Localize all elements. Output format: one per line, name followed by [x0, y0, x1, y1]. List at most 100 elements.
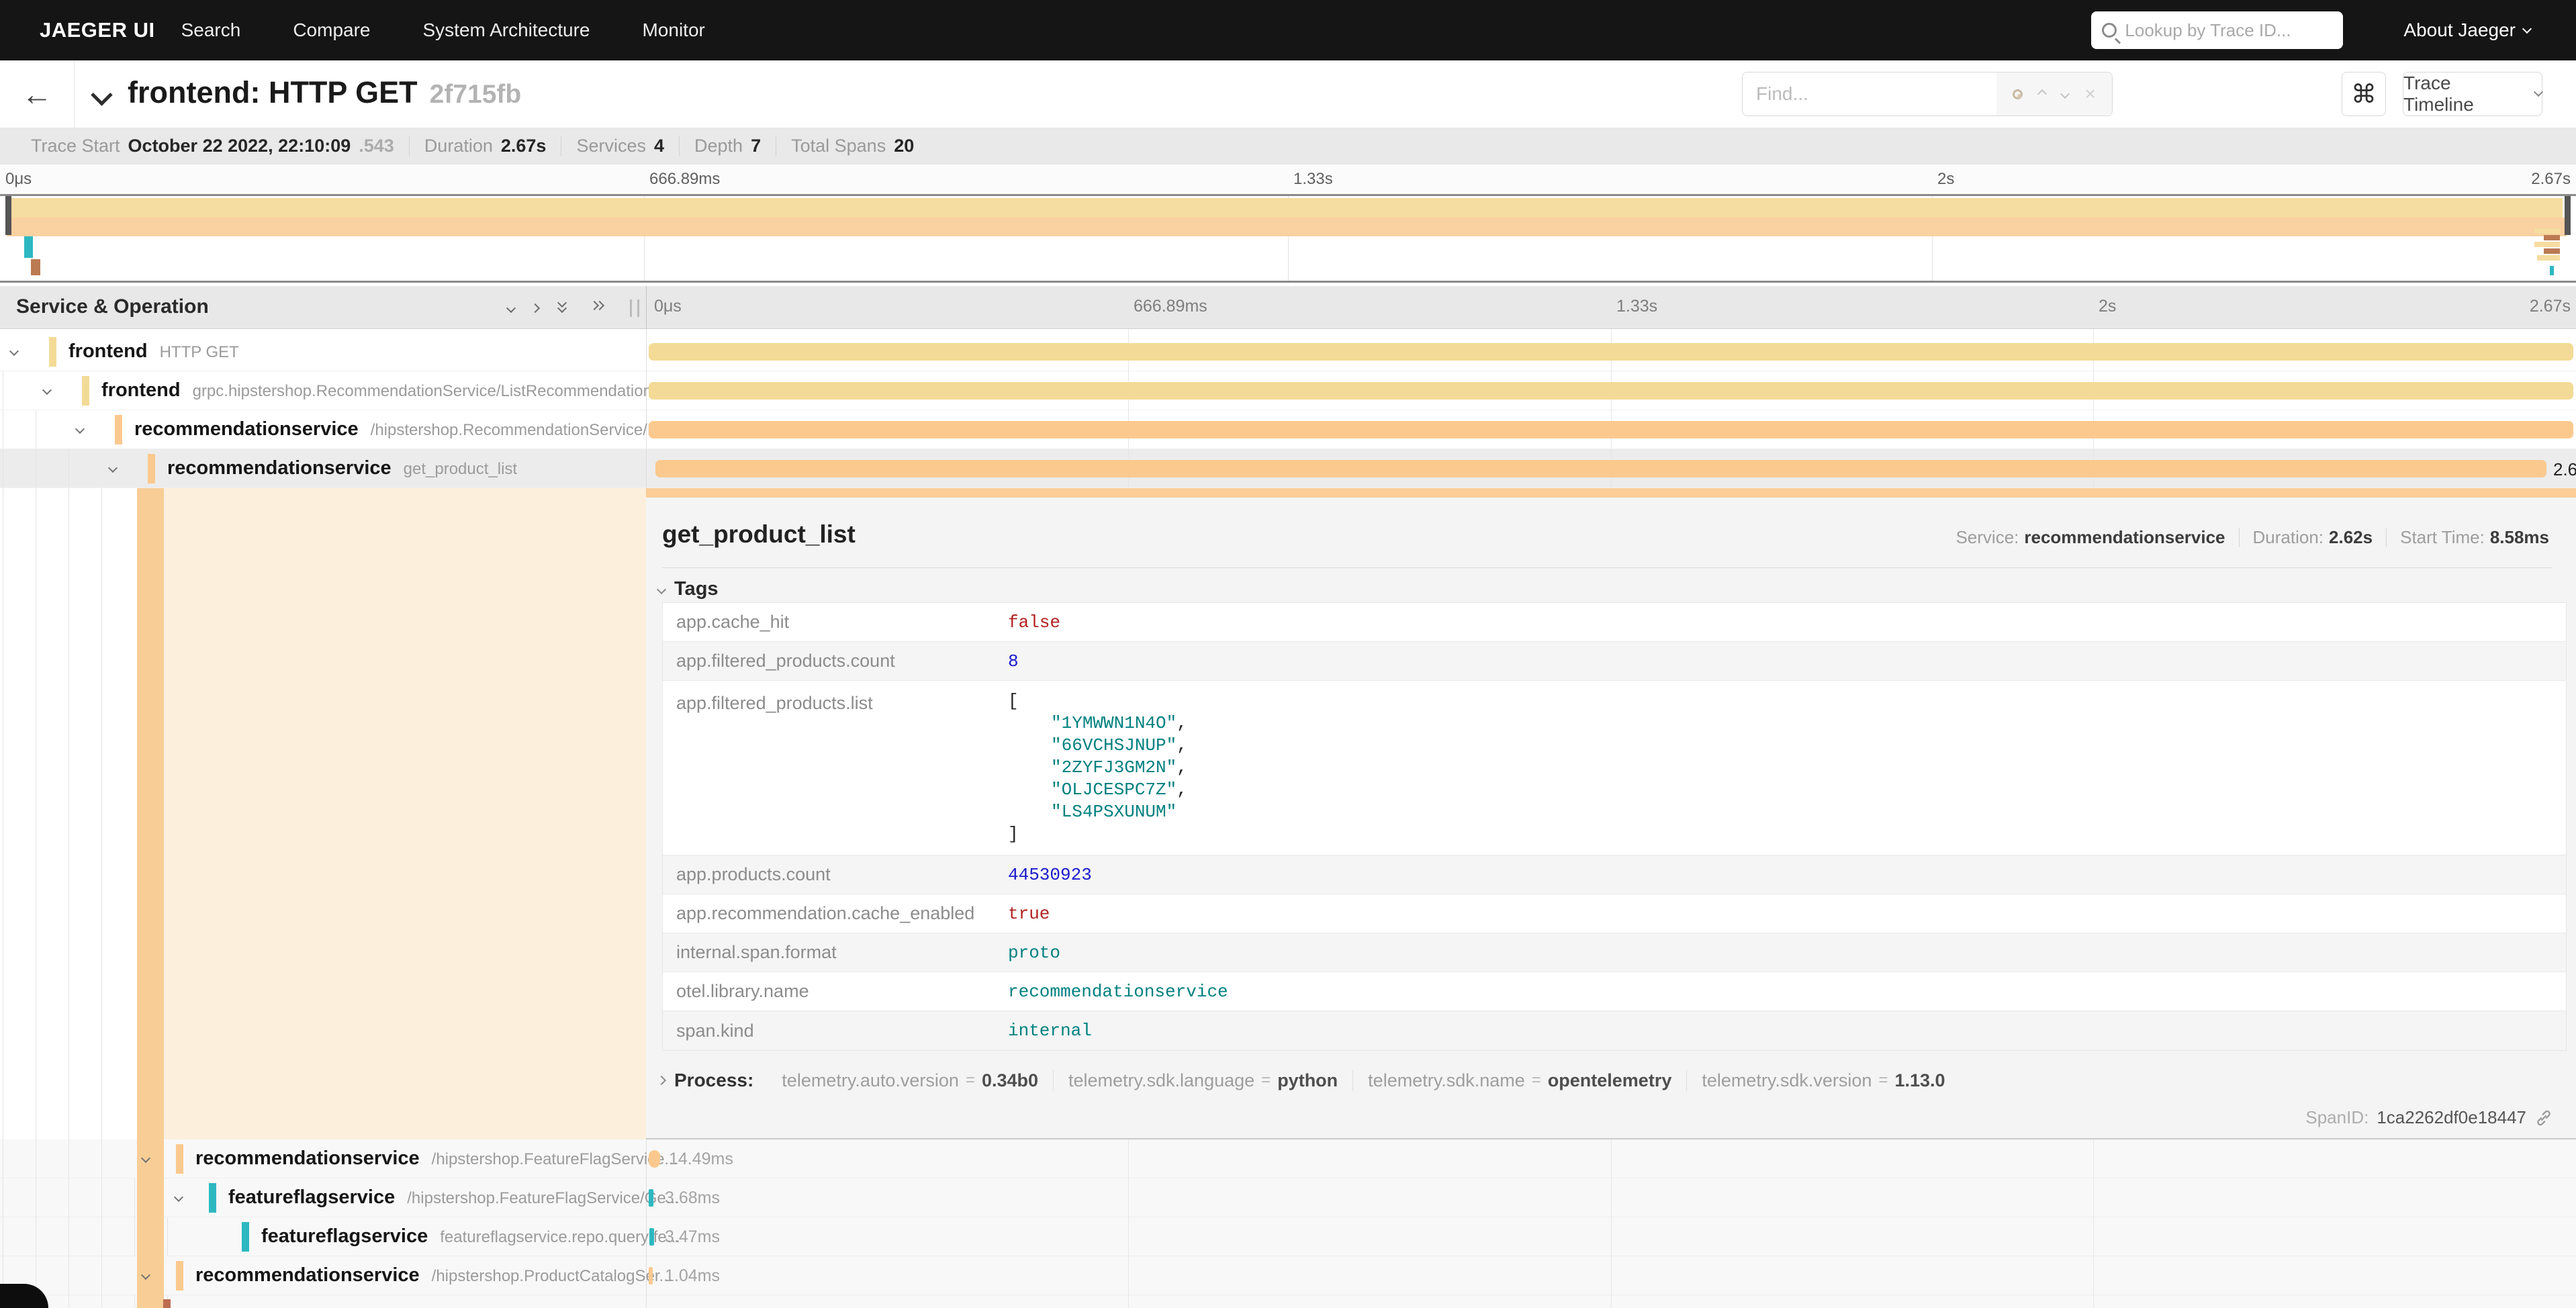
span-bar[interactable] — [649, 1150, 660, 1168]
equals-sign: = — [966, 1071, 975, 1090]
brand-logo[interactable]: JAEGER UI — [40, 18, 155, 42]
find-prev-icon[interactable] — [2037, 89, 2047, 99]
expand-one-icon[interactable] — [531, 303, 540, 313]
minimap-tick: 666.89ms — [649, 170, 720, 189]
selected-span-children-highlight — [164, 488, 646, 1139]
nav-item-search[interactable]: Search — [155, 19, 267, 41]
tag-row-list: app.filtered_products.list [ 1YMWWN1N4O,… — [663, 681, 2566, 855]
minimap-right-handle[interactable] — [2565, 196, 2571, 235]
back-arrow-icon: ← — [21, 76, 52, 112]
nav-item-compare[interactable]: Compare — [267, 19, 396, 41]
minimap-tick: 1.33s — [1293, 170, 1333, 189]
row-collapse-icon[interactable] — [42, 385, 52, 395]
process-section-header[interactable]: Process: telemetry.auto.version = 0.34b0… — [658, 1070, 1960, 1091]
tags-section-header[interactable]: Tags — [658, 578, 719, 600]
span-service: featureflagservice — [261, 1225, 428, 1248]
detail-start-label: Start Time: — [2400, 527, 2485, 548]
row-collapse-icon[interactable] — [9, 346, 19, 356]
span-bar[interactable] — [655, 460, 2546, 477]
trace-id-lookup-input[interactable] — [2125, 20, 2332, 41]
minimap-span-frontend — [7, 198, 2563, 218]
detail-start-value: 8.58ms — [2490, 527, 2549, 548]
span-bar[interactable] — [649, 382, 2573, 400]
detail-divider — [662, 567, 2552, 568]
span-operation: grpc.hipstershop.RecommendationService/L… — [193, 382, 660, 401]
process-key: telemetry.sdk.language — [1068, 1070, 1254, 1091]
span-id-row: SpanID: 1ca2262df0e18447 — [2305, 1107, 2553, 1128]
tag-value: false — [1008, 612, 1060, 633]
process-kv: telemetry.sdk.name = opentelemetry — [1353, 1070, 1687, 1091]
span-row-featureflag-call[interactable]: recommendationservice /hipstershop.Featu… — [0, 1139, 2576, 1178]
trace-timeline-minimap[interactable] — [0, 194, 2576, 283]
span-row-partial[interactable] — [0, 1295, 2576, 1308]
minimap-tick: 0μs — [5, 170, 32, 189]
span-row-frontend-http-get[interactable]: frontend HTTP GET — [0, 332, 2576, 371]
span-bar[interactable] — [649, 1267, 653, 1284]
collapse-all-icon[interactable] — [556, 299, 573, 317]
span-service: recommendationservice — [134, 418, 359, 440]
span-detail-panel: get_product_list Service: recommendation… — [646, 498, 2576, 1139]
span-row-get-product-list-selected[interactable]: recommendationservice get_product_list 2… — [0, 449, 2576, 488]
trace-start-fraction: .543 — [359, 136, 394, 156]
top-navbar: JAEGER UI Search Compare System Architec… — [0, 0, 2576, 60]
span-service: frontend — [101, 379, 181, 402]
collapse-one-icon[interactable] — [506, 303, 516, 313]
span-duration-label: 2.62s — [2553, 459, 2576, 480]
locate-icon[interactable] — [2013, 89, 2023, 99]
about-jaeger-menu[interactable]: About Jaeger — [2403, 19, 2530, 41]
span-service: frontend — [68, 340, 148, 363]
service-color-marker — [148, 454, 155, 483]
find-input[interactable] — [1743, 73, 1996, 115]
span-row-featureflagservice[interactable]: featureflagservice /hipstershop.FeatureF… — [0, 1178, 2576, 1217]
duration-value: 2.67s — [501, 136, 547, 156]
tag-key: otel.library.name — [663, 981, 1008, 1002]
trace-view-selector[interactable]: Trace Timeline — [2403, 72, 2542, 116]
find-next-icon[interactable] — [2060, 89, 2070, 99]
row-collapse-icon[interactable] — [108, 463, 118, 473]
span-row-recommendation-list[interactable]: recommendationservice /hipstershop.Recom… — [0, 410, 2576, 449]
detail-duration-label: Duration: — [2253, 527, 2324, 548]
expand-all-icon[interactable] — [591, 299, 608, 317]
trace-title-text: frontend: HTTP GET — [128, 75, 418, 109]
equals-sign: = — [1878, 1071, 1888, 1090]
span-row-featureflag-repo-query[interactable]: featureflagservice featureflagservice.re… — [0, 1217, 2576, 1256]
span-id-label: SpanID: — [2305, 1107, 2368, 1128]
row-collapse-icon[interactable] — [174, 1193, 183, 1202]
span-row-productcatalog-call[interactable]: recommendationservice /hipstershop.Produ… — [0, 1256, 2576, 1295]
column-resizer[interactable] — [630, 299, 639, 317]
minimap-span-teal — [24, 236, 33, 258]
find-clear-icon[interactable]: × — [2085, 83, 2096, 105]
service-color-marker — [209, 1183, 216, 1213]
minimap-span-right-teal — [2550, 266, 2554, 275]
service-color-marker — [163, 1299, 171, 1308]
span-bar[interactable] — [649, 343, 2573, 361]
chevron-down-icon — [657, 584, 666, 594]
duration-label: Duration — [424, 136, 493, 156]
span-service: recommendationservice — [167, 457, 392, 479]
span-operation: /hipstershop.RecommendationService/Lis..… — [371, 421, 682, 440]
json-string: 66VCHSJNUP — [1062, 735, 1177, 755]
keyboard-shortcuts-button[interactable]: ⌘ — [2342, 72, 2386, 116]
back-button[interactable]: ← — [0, 60, 75, 128]
span-duration-label: 14.49ms — [669, 1150, 733, 1169]
process-value: 0.34b0 — [982, 1070, 1038, 1091]
tag-row: app.recommendation.cache_enabled true — [663, 894, 2566, 933]
tag-key: internal.span.format — [663, 942, 1008, 963]
services-value: 4 — [654, 136, 664, 156]
span-bar[interactable] — [649, 421, 2573, 438]
span-bar[interactable] — [649, 1228, 654, 1246]
service-color-marker — [176, 1261, 183, 1291]
link-icon[interactable] — [2534, 1109, 2553, 1127]
tag-row: app.cache_hit false — [663, 603, 2566, 642]
nav-item-monitor[interactable]: Monitor — [616, 19, 731, 41]
span-duration-label: 3.68ms — [665, 1188, 720, 1208]
nav-item-system-architecture[interactable]: System Architecture — [397, 19, 616, 41]
span-row-frontend-grpc[interactable]: frontend grpc.hipstershop.Recommendation… — [0, 371, 2576, 410]
timeline-tick: 0μs — [654, 297, 682, 316]
minimap-left-handle[interactable] — [5, 196, 11, 235]
selected-span-bar-strip[interactable] — [646, 488, 2576, 498]
detail-duration-value: 2.62s — [2329, 527, 2373, 548]
trace-collapse-chevron-icon[interactable] — [91, 84, 113, 106]
row-collapse-icon[interactable] — [75, 424, 85, 434]
span-bar[interactable] — [649, 1189, 653, 1207]
